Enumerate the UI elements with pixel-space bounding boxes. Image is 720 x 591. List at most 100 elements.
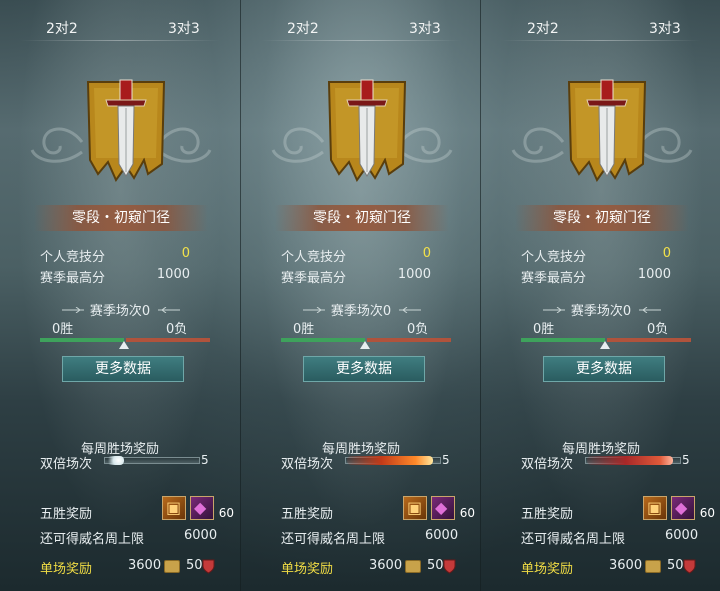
losses-count: 0负 bbox=[647, 322, 669, 337]
season-matches: 赛季场次0 bbox=[570, 304, 632, 319]
five-win-reward-label: 五胜奖励 bbox=[521, 507, 574, 522]
win-segment bbox=[521, 338, 605, 342]
treasure-chest-icon[interactable]: ▣ 5 bbox=[162, 496, 197, 520]
ranking-panel: 2对2 3对3 零段・初窥门径 个人竞技分 0 赛季最高分 1000 赛季场次0… bbox=[240, 0, 481, 591]
season-matches: 赛季场次0 bbox=[330, 304, 392, 319]
single-match-reward-label: 单场奖励 bbox=[40, 562, 93, 577]
sword-banner-icon bbox=[86, 79, 166, 182]
season-high-label: 赛季最高分 bbox=[521, 271, 587, 286]
tab-divider bbox=[501, 40, 701, 41]
cloud-swirl-left-icon bbox=[30, 127, 84, 163]
win-loss-bar bbox=[40, 338, 210, 349]
weekly-cap-value: 6000 bbox=[425, 528, 459, 543]
wins-count: 0胜 bbox=[293, 322, 315, 337]
win-segment bbox=[40, 338, 124, 342]
treasure-chest-icon[interactable]: ▣ 5 bbox=[643, 496, 678, 520]
personal-score-label: 个人竞技分 bbox=[521, 250, 587, 265]
single-shield-value: 50 bbox=[667, 558, 684, 573]
double-bar-glow bbox=[106, 456, 124, 465]
shield-icon bbox=[202, 559, 215, 574]
season-high-value: 1000 bbox=[637, 267, 671, 282]
win-loss-bar bbox=[281, 338, 451, 349]
treasure-chest-icon[interactable]: ▣ 5 bbox=[403, 496, 438, 520]
losses-count: 0负 bbox=[166, 322, 188, 337]
ratio-marker bbox=[360, 341, 370, 349]
personal-score-label: 个人竞技分 bbox=[40, 250, 106, 265]
purple-gem-icon[interactable]: ◆ 60 bbox=[671, 496, 715, 520]
more-data-button[interactable]: 更多数据 bbox=[62, 356, 184, 382]
single-shield-value: 50 bbox=[186, 558, 203, 573]
rank-title: 零段・初窥门径 bbox=[34, 205, 208, 231]
item2-count: 60 bbox=[218, 506, 234, 520]
purple-gem-icon[interactable]: ◆ 60 bbox=[190, 496, 234, 520]
single-match-reward-label: 单场奖励 bbox=[281, 562, 334, 577]
tab-2v2[interactable]: 2对2 bbox=[46, 18, 78, 38]
personal-score-value: 0 bbox=[181, 246, 190, 261]
ratio-marker bbox=[119, 341, 129, 349]
more-data-button[interactable]: 更多数据 bbox=[543, 356, 665, 382]
double-matches-bar: 5 bbox=[345, 453, 453, 467]
personal-score-value: 0 bbox=[422, 246, 431, 261]
double-matches-count: 5 bbox=[442, 453, 450, 467]
ranking-panel: 2对2 3对3 零段・初窥门径 个人竞技分 0 赛季最高分 1000 赛季场次0… bbox=[0, 0, 240, 591]
loss-segment bbox=[367, 338, 451, 342]
more-data-button[interactable]: 更多数据 bbox=[303, 356, 425, 382]
tab-2v2[interactable]: 2对2 bbox=[287, 18, 319, 38]
double-matches-count: 5 bbox=[201, 453, 209, 467]
season-high-value: 1000 bbox=[156, 267, 190, 282]
personal-score-label: 个人竞技分 bbox=[281, 250, 347, 265]
weekly-cap-value: 6000 bbox=[665, 528, 699, 543]
item2-count: 60 bbox=[699, 506, 715, 520]
season-high-value: 1000 bbox=[397, 267, 431, 282]
coin-icon bbox=[645, 560, 661, 573]
personal-score-value: 0 bbox=[662, 246, 671, 261]
season-high-label: 赛季最高分 bbox=[281, 271, 347, 286]
sword-banner-icon bbox=[567, 79, 647, 182]
sword-banner-icon bbox=[327, 79, 407, 182]
tab-divider bbox=[261, 40, 461, 41]
tab-3v3[interactable]: 3对3 bbox=[409, 18, 441, 38]
double-matches-label: 双倍场次 bbox=[281, 457, 334, 472]
losses-count: 0负 bbox=[407, 322, 429, 337]
ornament-right-icon bbox=[158, 307, 180, 313]
tab-3v3[interactable]: 3对3 bbox=[649, 18, 681, 38]
win-segment bbox=[281, 338, 365, 342]
ratio-marker bbox=[600, 341, 610, 349]
double-matches-label: 双倍场次 bbox=[521, 457, 574, 472]
rank-title: 零段・初窥门径 bbox=[275, 205, 449, 231]
double-matches-bar: 5 bbox=[104, 453, 212, 467]
season-matches: 赛季场次0 bbox=[89, 304, 151, 319]
purple-gem-icon[interactable]: ◆ 60 bbox=[431, 496, 475, 520]
win-loss-bar bbox=[521, 338, 691, 349]
shield-icon bbox=[683, 559, 696, 574]
single-coin-value: 3600 bbox=[128, 558, 162, 573]
weekly-cap-label: 还可得威名周上限 bbox=[40, 532, 145, 547]
rank-title: 零段・初窥门径 bbox=[515, 205, 689, 231]
weekly-cap-label: 还可得威名周上限 bbox=[521, 532, 626, 547]
single-match-reward-label: 单场奖励 bbox=[521, 562, 574, 577]
season-high-label: 赛季最高分 bbox=[40, 271, 106, 286]
five-win-reward-label: 五胜奖励 bbox=[281, 507, 334, 522]
tab-divider bbox=[20, 40, 220, 41]
ornament-right-icon bbox=[639, 307, 661, 313]
double-bar-glow bbox=[587, 456, 673, 465]
loss-segment bbox=[126, 338, 210, 342]
tab-3v3[interactable]: 3对3 bbox=[168, 18, 200, 38]
wins-count: 0胜 bbox=[533, 322, 555, 337]
single-coin-value: 3600 bbox=[369, 558, 403, 573]
double-matches-count: 5 bbox=[682, 453, 690, 467]
shield-icon bbox=[443, 559, 456, 574]
five-win-reward-label: 五胜奖励 bbox=[40, 507, 93, 522]
weekly-cap-value: 6000 bbox=[184, 528, 218, 543]
cloud-swirl-left-icon bbox=[271, 127, 325, 163]
cloud-swirl-left-icon bbox=[511, 127, 565, 163]
single-shield-value: 50 bbox=[427, 558, 444, 573]
double-bar-glow bbox=[347, 456, 433, 465]
double-matches-label: 双倍场次 bbox=[40, 457, 93, 472]
wins-count: 0胜 bbox=[52, 322, 74, 337]
loss-segment bbox=[607, 338, 691, 342]
item2-count: 60 bbox=[459, 506, 475, 520]
ornament-right-icon bbox=[399, 307, 421, 313]
tab-2v2[interactable]: 2对2 bbox=[527, 18, 559, 38]
single-coin-value: 3600 bbox=[609, 558, 643, 573]
